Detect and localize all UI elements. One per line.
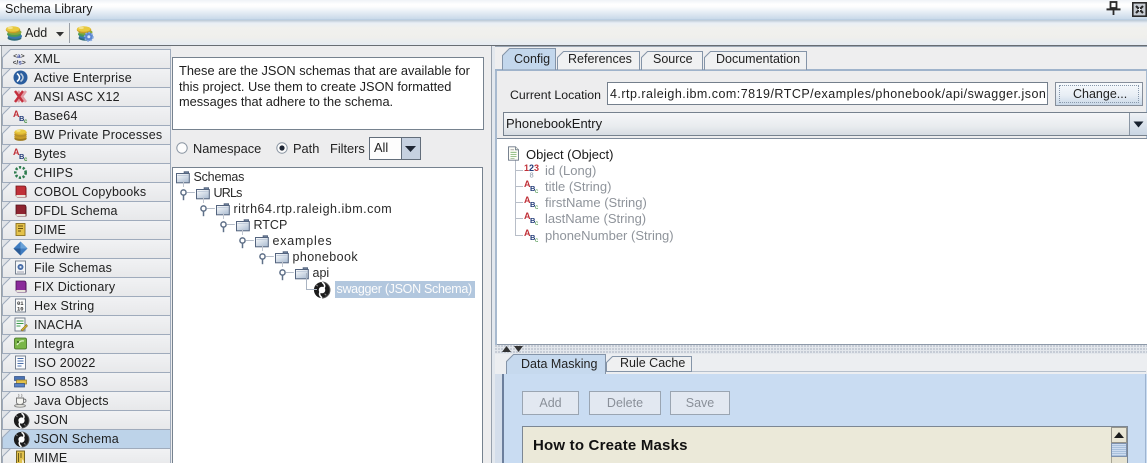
- svg-text:8: 8: [530, 171, 534, 179]
- svg-text:3: 3: [534, 163, 539, 173]
- svg-text:c: c: [535, 220, 539, 226]
- svg-text:c: c: [535, 237, 539, 243]
- svg-text:10: 10: [17, 306, 24, 313]
- svg-text:c: c: [24, 157, 28, 161]
- svg-text:</s>: </s>: [13, 60, 26, 66]
- svg-text:c: c: [24, 119, 28, 123]
